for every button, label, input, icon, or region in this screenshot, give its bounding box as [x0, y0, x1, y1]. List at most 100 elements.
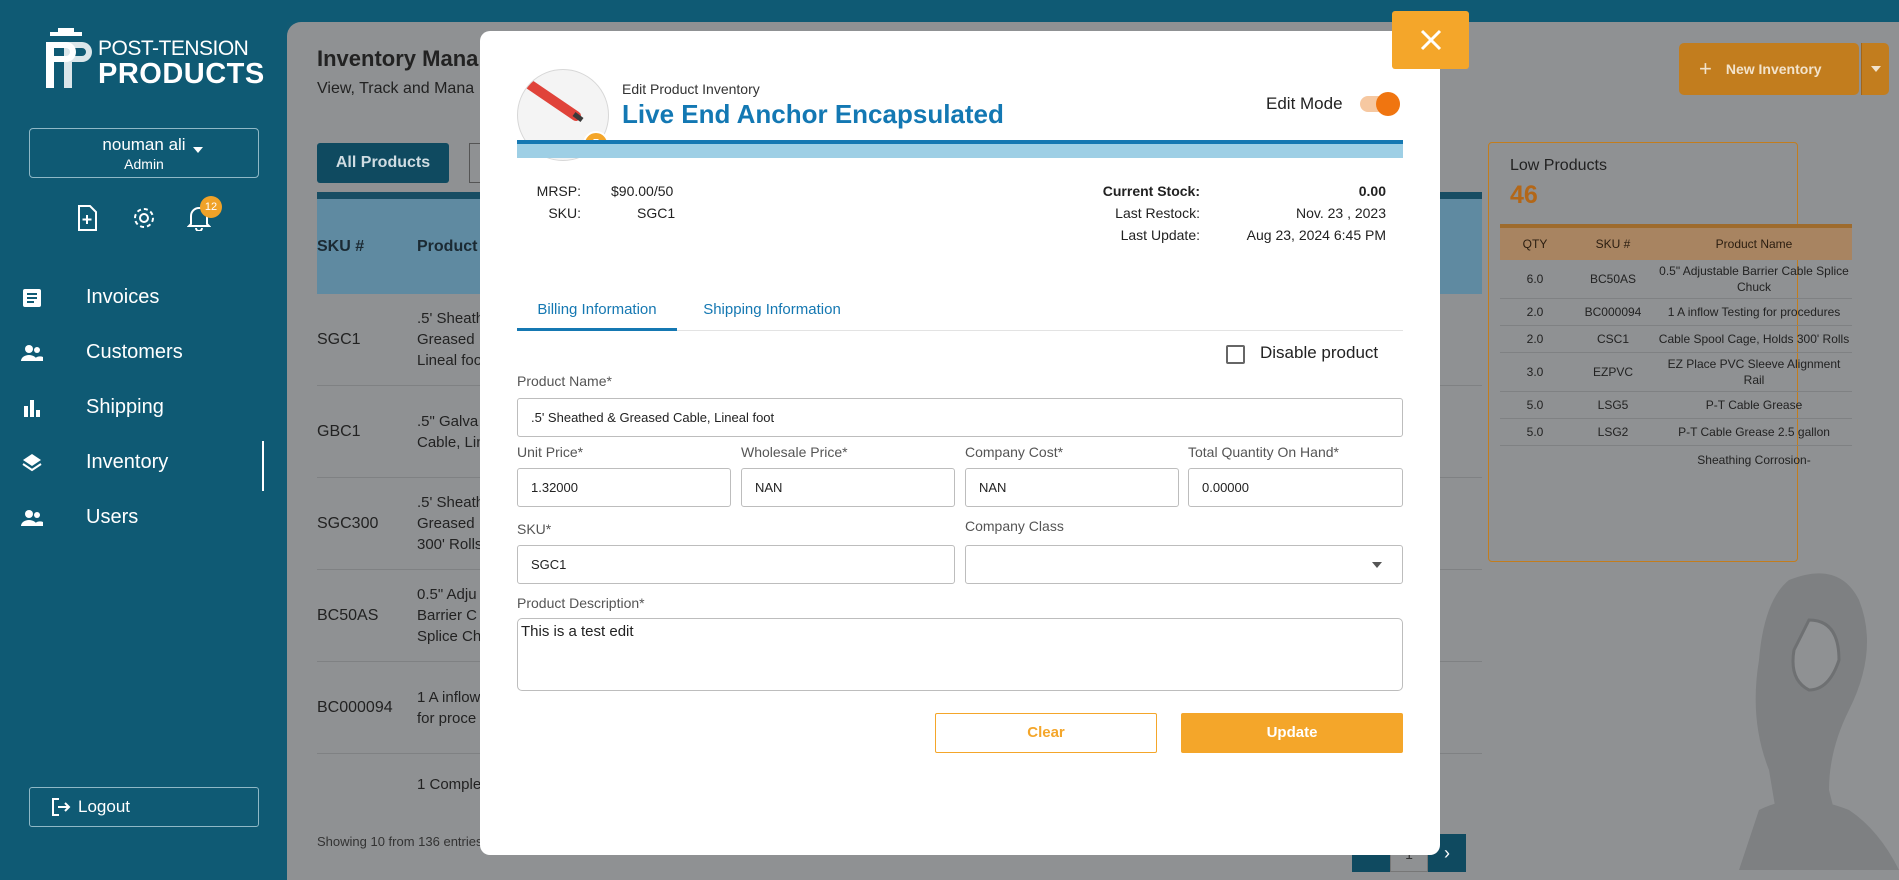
company-cost-label: Company Cost*: [965, 444, 1064, 460]
top-bar: [287, 0, 1899, 22]
row-sku: SGC300: [317, 514, 379, 532]
edit-mode-toggle-knob[interactable]: [1376, 92, 1400, 116]
tab-shipping-information[interactable]: Shipping Information: [697, 289, 847, 331]
sidebar: POST-TENSION PRODUCTS nouman ali Admin 1…: [0, 0, 287, 880]
low-name: P-T Cable Grease: [1705, 398, 1803, 412]
modal-header-bar: [517, 140, 1403, 158]
sku-input[interactable]: SGC1: [517, 545, 955, 584]
low-products-count: 46: [1510, 181, 1538, 209]
unit-price-input[interactable]: 1.32000: [517, 468, 731, 507]
users-icon: [21, 509, 43, 526]
col-header-sku[interactable]: SKU #: [317, 238, 417, 256]
nav-label-users: Users: [86, 506, 139, 528]
low-name: Sheathing Corrosion-: [1697, 452, 1811, 467]
nav-item-inventory[interactable]: Inventory: [0, 435, 264, 491]
tab-billing-information[interactable]: Billing Information: [517, 289, 677, 331]
low-sku: BC50AS: [1589, 272, 1637, 286]
low-table-header: QTY SKU # Product Name: [1500, 224, 1852, 260]
low-qty: 6.0: [1526, 272, 1544, 286]
disable-product-checkbox[interactable]: [1226, 345, 1245, 364]
invoice-icon: [23, 288, 41, 307]
row-sku: BC000094: [317, 698, 393, 716]
last-update-value: Aug 23, 2024 6:45 PM: [1246, 227, 1386, 243]
product-description-label: Product Description*: [517, 595, 645, 611]
close-modal-button[interactable]: [1392, 11, 1469, 69]
total-quantity-label: Total Quantity On Hand*: [1188, 444, 1339, 460]
new-inventory-button[interactable]: + New Inventory: [1679, 43, 1859, 95]
low-qty: 5.0: [1526, 425, 1544, 439]
nav-label-invoices: Invoices: [86, 286, 160, 308]
edit-mode-label: Edit Mode: [1266, 94, 1343, 113]
nav-item-shipping[interactable]: Shipping: [0, 380, 264, 435]
main-nav: Invoices Customers Shipping Inventory Us…: [0, 270, 264, 545]
low-name: Cable Spool Cage, Holds 300' Rolls: [1658, 332, 1850, 346]
disable-product-label: Disable product: [1260, 343, 1379, 362]
notification-badge: 12: [200, 196, 222, 218]
low-table-row[interactable]: 5.0 LSG2 P-T Cable Grease 2.5 gallon: [1500, 419, 1852, 446]
product-name-input[interactable]: .5' Sheathed & Greased Cable, Lineal foo…: [517, 398, 1403, 437]
logo-line1: POST-TENSION: [98, 37, 249, 60]
edit-product-modal: Edit Product Inventory Live End Anchor E…: [480, 31, 1440, 855]
low-table-row[interactable]: 3.0 EZPVC EZ Place PVC Sleeve Alignment …: [1500, 353, 1852, 392]
clear-button[interactable]: Clear: [935, 713, 1157, 753]
low-qty: 5.0: [1526, 398, 1544, 412]
product-description-textarea[interactable]: This is a test edit: [517, 618, 1403, 691]
low-col-qty: QTY: [1522, 237, 1548, 251]
total-quantity-input[interactable]: 0.00000: [1188, 468, 1403, 507]
user-menu[interactable]: nouman ali Admin: [29, 128, 259, 178]
add-invoice-icon[interactable]: [75, 205, 101, 231]
low-name: EZ Place PVC Sleeve Alignment Rail: [1667, 357, 1841, 387]
update-button[interactable]: Update: [1181, 713, 1403, 753]
logout-icon: [52, 798, 71, 816]
unit-price-label: Unit Price*: [517, 444, 584, 460]
plus-icon: +: [1699, 56, 1712, 81]
low-sku: BC000094: [1584, 305, 1642, 319]
low-name: 1 A inflow Testing for procedures: [1667, 305, 1841, 319]
modal-title: Live End Anchor Encapsulated: [622, 99, 1004, 129]
current-stock-value: 0.00: [1358, 183, 1386, 199]
product-info-left: MRSP: $90.00/50 SKU: SGC1: [535, 180, 675, 224]
company-cost-input[interactable]: NAN: [965, 468, 1179, 507]
tab-all-products[interactable]: All Products: [317, 143, 449, 183]
sku-info-value: SGC1: [637, 205, 676, 221]
current-stock-label: Current Stock:: [1102, 183, 1200, 199]
chevron-down-icon: [1372, 562, 1382, 568]
company-logo[interactable]: POST-TENSION PRODUCTS: [40, 28, 265, 90]
low-table-row[interactable]: 2.0 CSC1 Cable Spool Cage, Holds 300' Ro…: [1500, 326, 1852, 353]
page-title: Inventory Mana: [317, 46, 479, 71]
low-name: P-T Cable Grease 2.5 gallon: [1678, 425, 1830, 439]
logo-mark-icon: [40, 28, 92, 90]
company-class-select[interactable]: [965, 545, 1403, 584]
nav-label-inventory: Inventory: [86, 451, 169, 473]
nav-item-customers[interactable]: Customers: [0, 325, 264, 380]
low-table-row[interactable]: Sheathing Corrosion-: [1500, 446, 1852, 473]
low-sku: EZPVC: [1592, 365, 1633, 379]
nav-item-invoices[interactable]: Invoices: [0, 270, 264, 325]
inventory-layers-icon: [22, 453, 42, 471]
mrsp-label: MRSP:: [536, 183, 581, 199]
logo-line2: PRODUCTS: [98, 58, 265, 90]
low-table-row[interactable]: 6.0 BC50AS 0.5" Adjustable Barrier Cable…: [1500, 260, 1852, 299]
low-name: 0.5" Adjustable Barrier Cable Splice Chu…: [1659, 264, 1849, 294]
customers-icon: [21, 344, 43, 361]
wholesale-price-input[interactable]: NAN: [741, 468, 955, 507]
logout-label: Logout: [78, 797, 130, 816]
low-table-row[interactable]: 2.0 BC000094 1 A inflow Testing for proc…: [1500, 299, 1852, 326]
col-header-product[interactable]: Product: [417, 238, 477, 256]
nav-label-shipping: Shipping: [86, 396, 164, 418]
low-table-row[interactable]: 5.0 LSG5 P-T Cable Grease: [1500, 392, 1852, 419]
low-col-sku: SKU #: [1595, 237, 1631, 251]
low-sku: LSG2: [1597, 425, 1629, 439]
wholesale-price-label: Wholesale Price*: [741, 444, 848, 460]
product-info-right: Current Stock: 0.00 Last Restock: Nov. 23 …: [1050, 180, 1386, 246]
close-icon: [1420, 29, 1441, 51]
logout-button[interactable]: Logout: [29, 787, 259, 827]
sku-info-label: SKU:: [548, 205, 581, 221]
user-name: nouman ali: [102, 135, 186, 154]
gear-icon[interactable]: [131, 205, 157, 231]
nav-item-users[interactable]: Users: [0, 490, 264, 545]
new-inventory-label: New Inventory: [1725, 61, 1822, 77]
low-sku: CSC1: [1596, 332, 1629, 346]
new-inventory-dropdown-toggle[interactable]: [1861, 43, 1889, 95]
pagination-summary: Showing 10 from 136 entries: [317, 834, 483, 849]
